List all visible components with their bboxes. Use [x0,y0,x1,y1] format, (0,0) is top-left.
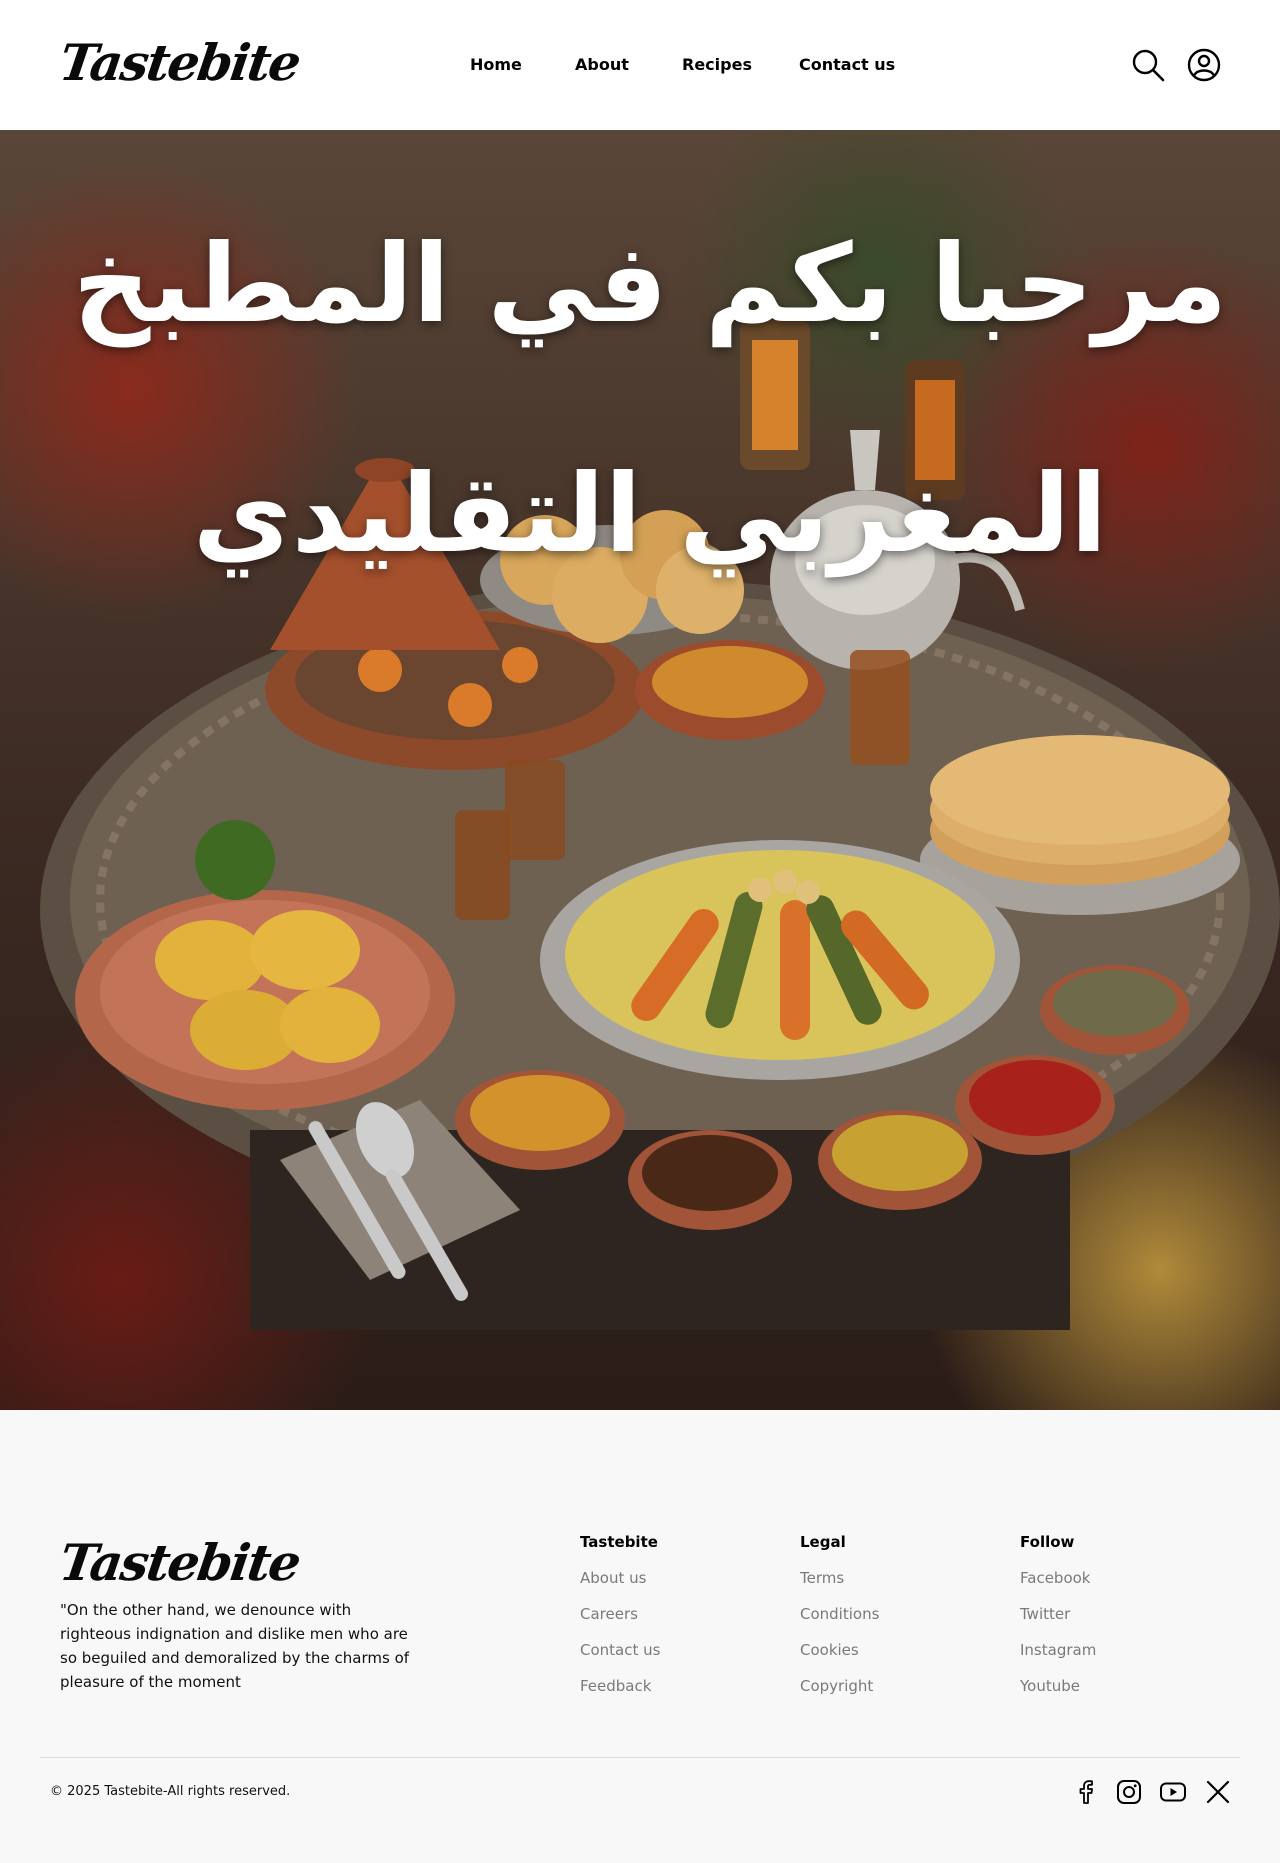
hero-title: مرحبا بكم في المطبخ المغربي التقليدي [72,222,1228,577]
x-icon[interactable] [1204,1778,1232,1806]
footer-column-title: Tastebite [580,1533,658,1551]
footer-link-twitter[interactable]: Twitter [1020,1604,1200,1640]
facebook-icon[interactable] [1072,1778,1100,1806]
footer-description: "On the other hand, we denounce with rig… [60,1601,410,1691]
footer-link-conditions[interactable]: Conditions [800,1604,980,1640]
footer-column-legal: Legal Terms Conditions Cookies Copyright [800,1532,980,1712]
site-footer: Tastebite "On the other hand, we denounc… [0,1410,1280,1863]
instagram-icon[interactable] [1115,1778,1143,1806]
footer-link-terms[interactable]: Terms [800,1568,980,1604]
footer-link-instagram[interactable]: Instagram [1020,1640,1200,1676]
nav-link-recipes[interactable]: Recipes [682,55,752,74]
footer-column-tastebite: Tastebite About us Careers Contact us Fe… [580,1532,760,1712]
footer-divider [40,1757,1240,1758]
hero-banner: مرحبا بكم في المطبخ المغربي التقليدي [0,130,1280,1410]
footer-column-follow: Follow Facebook Twitter Instagram Youtub… [1020,1532,1200,1712]
footer-link-youtube[interactable]: Youtube [1020,1676,1200,1712]
footer-link-careers[interactable]: Careers [580,1604,760,1640]
main-nav: Home About Recipes Contact us [0,0,1280,130]
footer-brand-logo[interactable]: Tastebite [56,1533,303,1592]
nav-link-home[interactable]: Home [470,55,522,74]
copyright-text: © 2025 Tastebite-All rights reserved. [50,1784,291,1799]
footer-link-about-us[interactable]: About us [580,1568,760,1604]
site-header: Tastebite Home About Recipes Contact us [0,0,1280,130]
footer-column-title: Follow [1020,1533,1075,1551]
footer-link-feedback[interactable]: Feedback [580,1676,760,1712]
nav-link-about[interactable]: About [575,55,629,74]
search-icon[interactable] [1131,48,1165,82]
footer-link-copyright[interactable]: Copyright [800,1676,980,1712]
footer-column-title: Legal [800,1533,846,1551]
footer-link-contact-us[interactable]: Contact us [580,1640,760,1676]
nav-link-contact[interactable]: Contact us [799,55,895,74]
user-icon[interactable] [1187,48,1221,82]
footer-link-facebook[interactable]: Facebook [1020,1568,1200,1604]
footer-link-cookies[interactable]: Cookies [800,1640,980,1676]
youtube-icon[interactable] [1159,1778,1187,1806]
